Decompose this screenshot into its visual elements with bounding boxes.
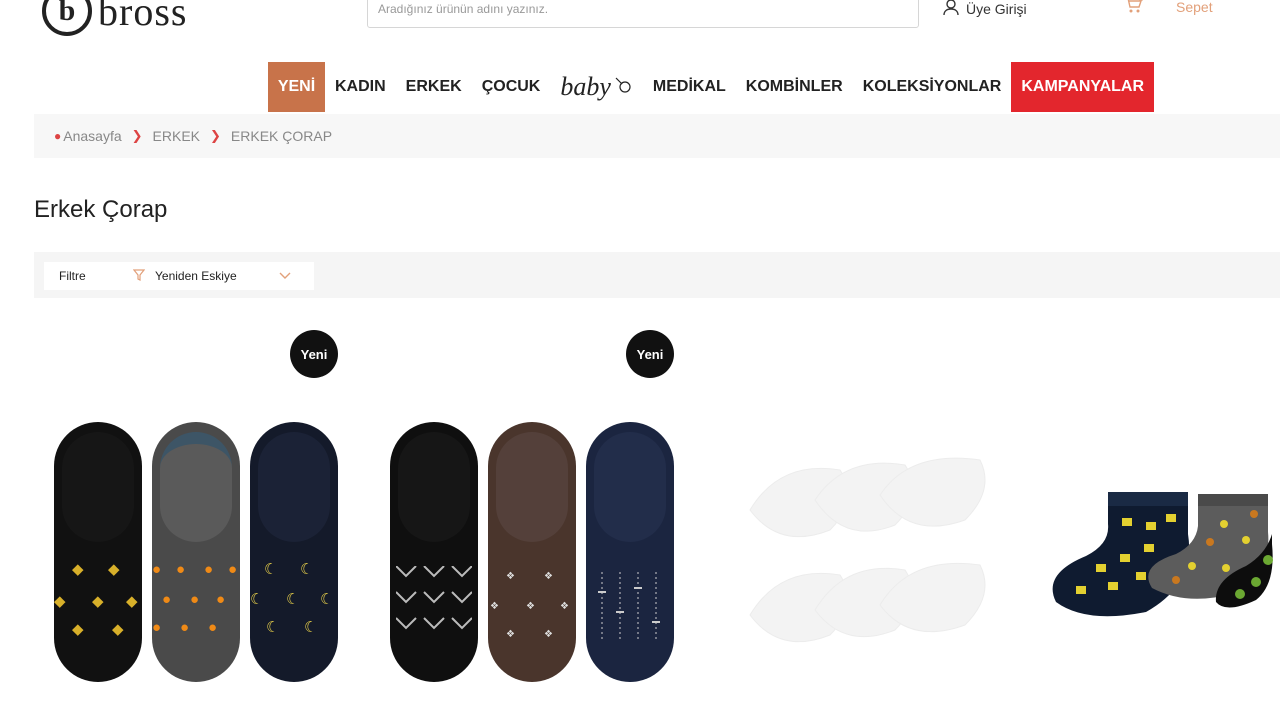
product-card[interactable]: Yeni ◆ ◆ ◆ ◆ ◆ ◆ ◆ ● ● ● ● ● ● ● ● ● ● ☾	[50, 328, 350, 698]
nav-item-kampanyalar[interactable]: KAMPANYALAR	[1011, 62, 1155, 112]
breadcrumb-separator-icon: ❯	[210, 128, 221, 143]
page-title: Erkek Çorap	[34, 196, 168, 223]
breadcrumb-item-current: ERKEK ÇORAP	[230, 128, 333, 144]
breadcrumb-item-home[interactable]: Anasayfa	[63, 128, 121, 144]
search-input[interactable]	[367, 0, 919, 28]
filter-sort-bar: Filtre Yeniden Eskiye	[34, 252, 1280, 298]
main-nav: YENİ KADIN ERKEK ÇOCUK baby MEDİKAL KOMB…	[268, 62, 1155, 112]
cart-link[interactable]: 0 Sepet	[1124, 0, 1213, 17]
baby-logo-text: baby	[560, 72, 611, 101]
product-image	[749, 457, 986, 643]
nav-item-baby[interactable]: baby	[550, 62, 643, 112]
nav-item-kombinler[interactable]: KOMBİNLER	[736, 62, 853, 112]
nav-item-kadin[interactable]: KADIN	[325, 62, 396, 112]
cart-icon: 0	[1124, 0, 1144, 17]
logo[interactable]: b bross	[42, 0, 187, 36]
filter-label: Filtre	[59, 269, 86, 283]
nav-item-new[interactable]: YENİ	[268, 62, 325, 112]
logo-mark: b	[42, 0, 92, 36]
product-card[interactable]	[740, 440, 1000, 660]
new-badge: Yeni	[626, 330, 674, 378]
sort-select[interactable]: Yeniden Eskiye	[132, 268, 291, 284]
sort-value: Yeniden Eskiye	[155, 269, 237, 283]
user-icon	[942, 0, 960, 19]
logo-text: bross	[98, 0, 188, 34]
location-pin-icon: ●	[54, 129, 62, 143]
cart-count: 0	[1138, 0, 1144, 4]
login-label: Üye Girişi	[966, 0, 1027, 17]
breadcrumb-item-erkek[interactable]: ERKEK	[153, 128, 200, 144]
product-card[interactable]	[1046, 484, 1280, 624]
nav-item-erkek[interactable]: ERKEK	[396, 62, 472, 112]
product-image	[1052, 492, 1273, 617]
breadcrumb: ● Anasayfa ❯ ERKEK ❯ ERKEK ÇORAP	[34, 114, 1280, 158]
filter-button[interactable]: Filtre	[44, 269, 133, 283]
login-link[interactable]: Üye Girişi	[942, 0, 1027, 19]
nav-item-medikal[interactable]: MEDİKAL	[643, 62, 736, 112]
nav-item-koleksiyonlar[interactable]: KOLEKSİYONLAR	[853, 62, 1012, 112]
new-badge: Yeni	[290, 330, 338, 378]
pacifier-icon	[613, 72, 633, 102]
breadcrumb-separator-icon: ❯	[131, 128, 143, 143]
nav-item-cocuk[interactable]: ÇOCUK	[472, 62, 551, 112]
cart-label: Sepet	[1176, 0, 1213, 15]
filter-funnel-icon	[132, 268, 146, 284]
chevron-down-icon	[279, 269, 291, 283]
product-card[interactable]: Yeni ❖ ❖ ❖ ❖ ❖ ❖ ❖	[386, 328, 686, 698]
